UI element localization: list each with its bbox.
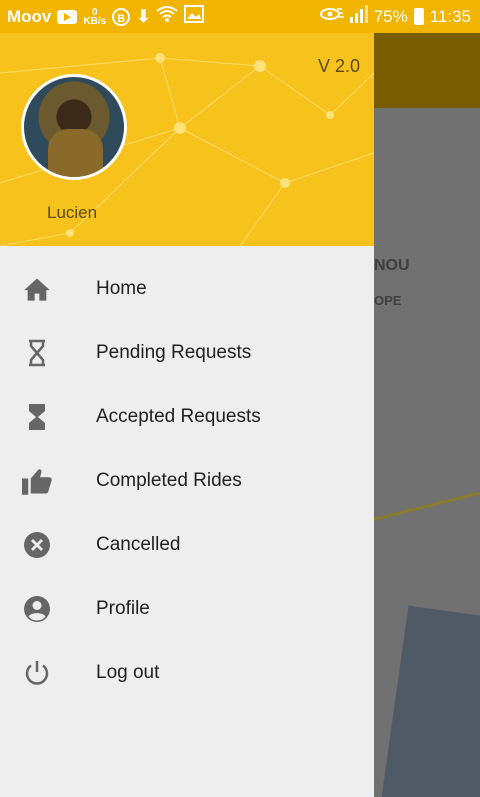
menu-item-label: Cancelled <box>96 534 181 555</box>
map-label: OPE <box>374 293 402 308</box>
download-icon: ⬇ <box>136 6 151 26</box>
menu-item-label: Log out <box>96 662 160 683</box>
wifi-icon <box>156 5 179 28</box>
menu-item-pending-requests[interactable]: Pending Requests <box>0 321 374 385</box>
account-circle-icon <box>22 594 52 624</box>
menu-item-label: Profile <box>96 598 150 619</box>
menu-item-profile[interactable]: Profile <box>0 577 374 641</box>
menu-item-label: Completed Rides <box>96 470 242 491</box>
drawer-menu: Home Pending Requests Accepted Requests … <box>0 257 374 705</box>
menu-item-log-out[interactable]: Log out <box>0 641 374 705</box>
toolbar-scrim <box>374 33 480 108</box>
hourglass-full-icon <box>22 402 52 432</box>
navigation-drawer: V 2.0 Lucien Home Pending Requests Accep… <box>0 33 374 797</box>
menu-item-label: Pending Requests <box>96 342 252 363</box>
bluetooth-icon: B <box>112 7 131 26</box>
cancel-icon <box>22 530 52 560</box>
app-version: V 2.0 <box>317 56 360 76</box>
map-road <box>374 486 480 523</box>
map-label: NOU <box>374 257 410 274</box>
home-icon <box>22 274 52 304</box>
eye-lte-icon <box>319 6 344 27</box>
network-speed: 0 KB/s <box>83 7 107 27</box>
thumb-up-icon <box>22 466 52 496</box>
menu-item-label: Home <box>96 278 147 299</box>
youtube-icon <box>57 9 78 24</box>
menu-item-completed-rides[interactable]: Completed Rides <box>0 449 374 513</box>
image-icon <box>184 5 205 28</box>
battery-percent: 75% <box>373 6 408 26</box>
avatar[interactable] <box>21 74 127 180</box>
drawer-header: V 2.0 Lucien <box>0 33 374 246</box>
menu-item-label: Accepted Requests <box>96 406 261 427</box>
status-bar: Moov 0 KB/s B ⬇ 75% 11:35 <box>0 0 480 33</box>
menu-item-accepted-requests[interactable]: Accepted Requests <box>0 385 374 449</box>
menu-item-home[interactable]: Home <box>0 257 374 321</box>
menu-item-cancelled[interactable]: Cancelled <box>0 513 374 577</box>
carrier-name: Moov <box>7 6 52 26</box>
battery-icon <box>413 8 424 25</box>
username: Lucien <box>47 203 98 222</box>
map-water <box>380 605 480 797</box>
clock: 11:35 <box>429 6 471 26</box>
network-speed-unit: KB/s <box>83 15 107 27</box>
power-icon <box>22 658 52 688</box>
map-view[interactable]: NOU OPE <box>374 33 480 797</box>
hourglass-empty-icon <box>22 338 52 368</box>
signal-icon <box>349 5 368 28</box>
